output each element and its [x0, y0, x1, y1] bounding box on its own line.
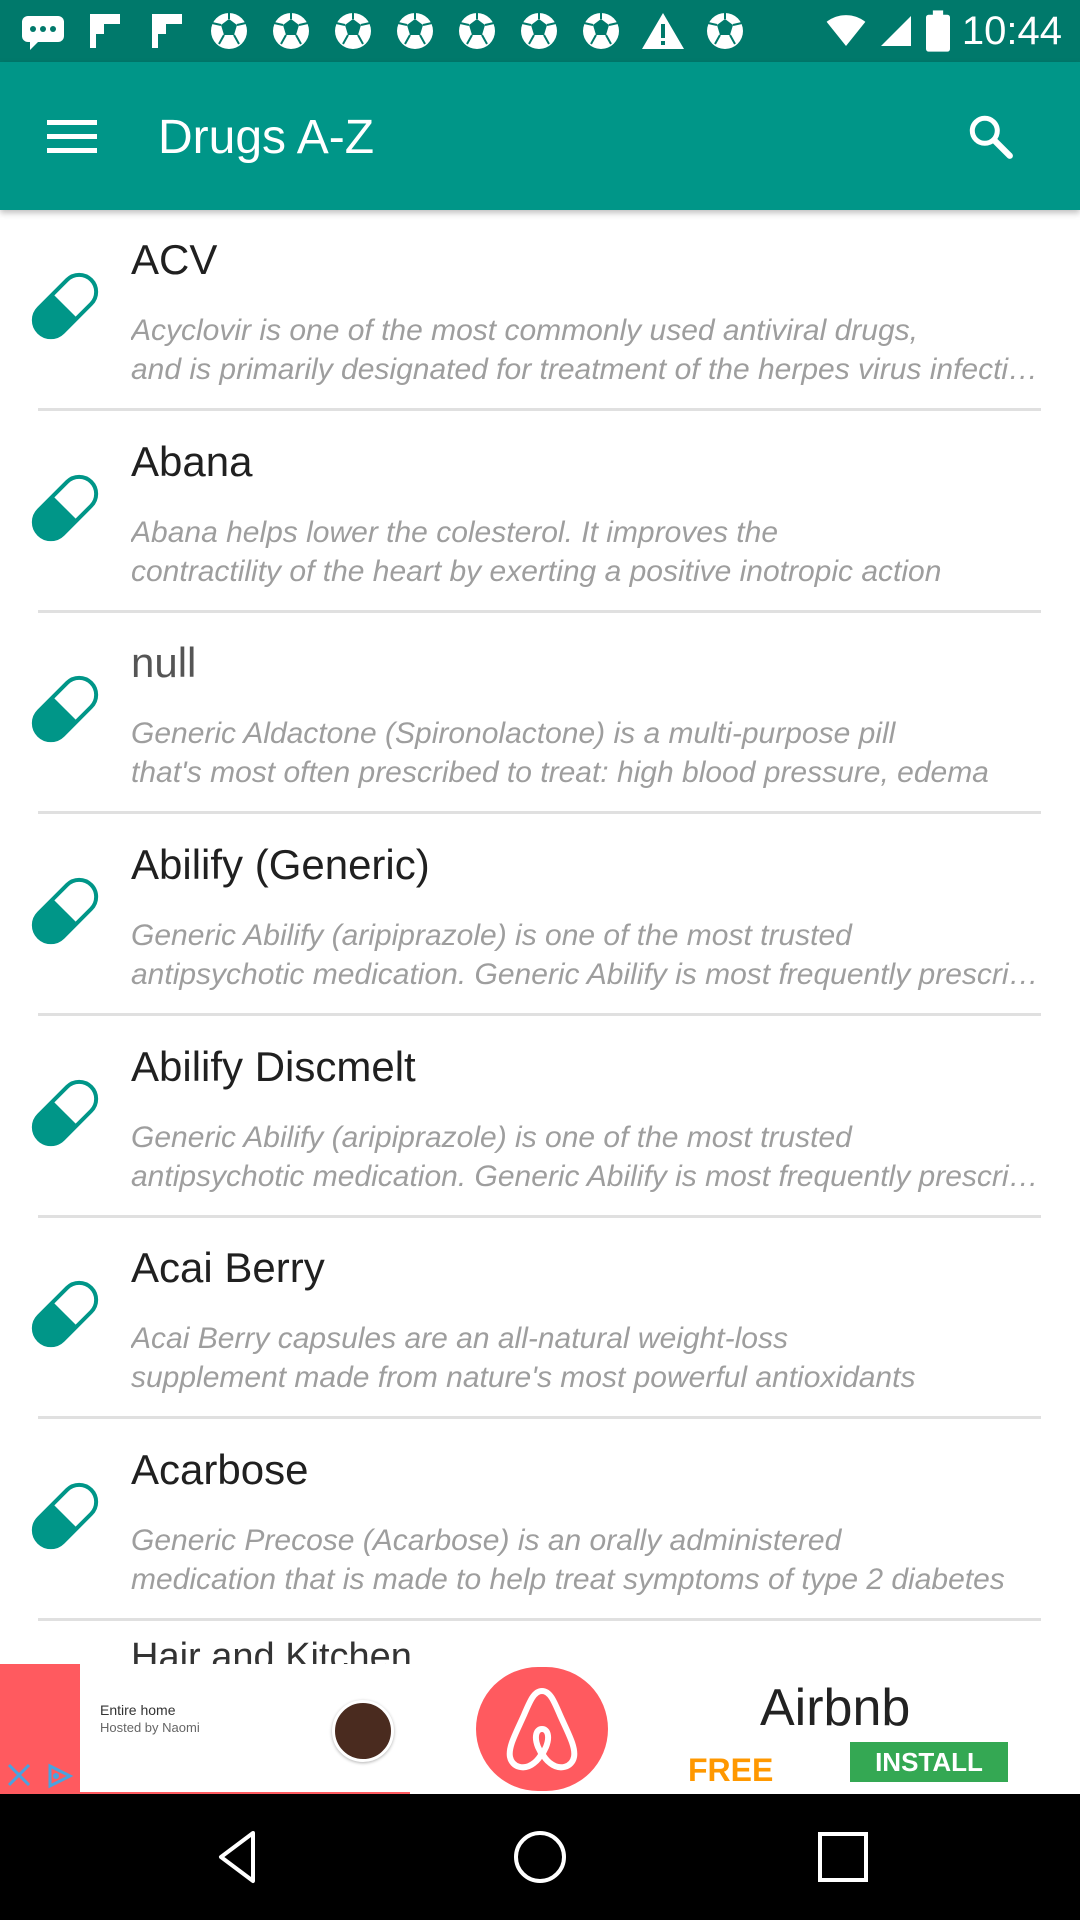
drug-description-line: antipsychotic medication. Generic Abilif… [131, 958, 1041, 991]
soccer-ball-icon [335, 13, 371, 49]
soccer-ball-icon [397, 13, 433, 49]
drug-name: null [131, 639, 197, 686]
ad-card-subtitle: Hosted by Naomi [100, 1720, 200, 1735]
close-icon[interactable] [4, 1760, 34, 1790]
adchoices-icon[interactable] [44, 1762, 76, 1790]
navigation-bar [0, 1794, 1080, 1920]
list-item[interactable]: Abilify Discmelt Generic Abilify (aripipr… [0, 1017, 1080, 1218]
app-bar: Drugs A-Z [0, 62, 1080, 210]
drug-description-line: and is primarily designated for treatmen… [131, 353, 1041, 386]
drug-description-line: Acyclovir is one of the most commonly us… [131, 314, 918, 347]
drug-description-line: Generic Abilify (aripiprazole) is one of… [131, 919, 852, 952]
drug-name: Acarbose [131, 1446, 309, 1493]
drug-description-line: Acai Berry capsules are an all-natural w… [131, 1322, 788, 1355]
pill-icon [24, 1273, 106, 1355]
list-item[interactable]: Acarbose Generic Precose (Acarbose) is an… [0, 1420, 1080, 1621]
warning-icon [642, 13, 684, 49]
soccer-ball-icon [521, 13, 557, 49]
drug-list[interactable]: ACV Acyclovir is one of the most commonly… [0, 210, 1080, 1664]
divider [38, 1618, 1041, 1621]
drug-description-line: Generic Aldactone (Spironolactone) is a … [131, 717, 896, 750]
airbnb-logo-icon [476, 1667, 608, 1791]
drug-description-line: Generic Abilify (aripiprazole) is one of… [131, 1121, 852, 1154]
divider [38, 408, 1041, 411]
drug-name: Acai Berry [131, 1244, 325, 1291]
drug-description-line: Abana helps lower the colesterol. It imp… [131, 516, 779, 549]
flipboard-icon [90, 14, 120, 48]
pill-icon [24, 265, 106, 347]
soccer-ball-icon [211, 13, 247, 49]
divider [38, 811, 1041, 814]
drug-description-line: contractility of the heart by exerting a… [131, 555, 942, 588]
wifi-icon [826, 15, 866, 46]
pill-icon [24, 1072, 106, 1154]
list-item[interactable]: Abilify (Generic) Generic Abilify (aripip… [0, 815, 1080, 1016]
back-icon[interactable] [203, 1823, 271, 1891]
soccer-ball-icon [459, 13, 495, 49]
ad-brand: Airbnb [760, 1679, 911, 1737]
divider [38, 1416, 1041, 1419]
pill-icon [24, 467, 106, 549]
soccer-ball-icon [583, 13, 619, 49]
drug-name: ACV [131, 236, 218, 283]
clock: 10:44 [961, 8, 1062, 53]
drug-description: Generic Abilify (aripiprazole) is one of… [131, 916, 1041, 994]
drug-name: Abilify (Generic) [131, 841, 430, 888]
soccer-ball-icon [273, 13, 309, 49]
home-icon[interactable] [506, 1823, 574, 1891]
flipboard-icon [152, 14, 182, 48]
list-item[interactable]: Acai Berry Acai Berry capsules are an all… [0, 1218, 1080, 1419]
list-item[interactable]: ACV Acyclovir is one of the most commonly… [0, 210, 1080, 411]
drug-description-line: supplement made from nature's most power… [131, 1361, 916, 1394]
pill-icon [24, 870, 106, 952]
page-title: Drugs A-Z [158, 111, 375, 164]
status-bar: 10:44 [0, 0, 1080, 62]
drug-description: Acyclovir is one of the most commonly us… [131, 311, 1041, 389]
list-item[interactable]: null Generic Aldactone (Spironolactone) i… [0, 613, 1080, 814]
battery-icon [925, 10, 950, 52]
notification-icons [20, 10, 748, 52]
ad-banner[interactable]: Entire home Hosted by Naomi Airbnb FREE … [0, 1664, 1080, 1794]
avatar [332, 1700, 394, 1762]
pill-icon [24, 668, 106, 750]
drug-name: Abilify Discmelt [131, 1043, 416, 1090]
divider [38, 1013, 1041, 1016]
system-status: 10:44 [826, 8, 1062, 54]
drug-description-line: medication that is made to help treat sy… [131, 1563, 1005, 1596]
drug-description: Generic Abilify (aripiprazole) is one of… [131, 1118, 1041, 1196]
install-button[interactable]: INSTALL [850, 1742, 1008, 1782]
ad-free-label: FREE [688, 1752, 774, 1788]
search-button[interactable] [952, 104, 1028, 168]
ad-card-title: Entire home [100, 1702, 176, 1718]
drug-name: Abana [131, 438, 253, 485]
chat-bubble-icon [22, 16, 64, 50]
recents-icon[interactable] [809, 1823, 877, 1891]
hamburger-menu-icon [47, 120, 97, 153]
ad-listing-card: Entire home Hosted by Naomi [80, 1664, 410, 1792]
menu-button[interactable] [36, 104, 108, 168]
list-item[interactable]: Abana Abana helps lower the colesterol. I… [0, 412, 1080, 613]
drug-description: Acai Berry capsules are an all-natural w… [131, 1319, 1041, 1397]
drug-description-line: antipsychotic medication. Generic Abilif… [131, 1160, 1041, 1193]
search-icon [969, 115, 1013, 159]
soccer-ball-icon [707, 13, 743, 49]
drug-description-line: that's most often prescribed to treat: h… [131, 756, 989, 789]
drug-description: Generic Aldactone (Spironolactone) is a … [131, 714, 1041, 792]
drug-description: Abana helps lower the colesterol. It imp… [131, 513, 1041, 591]
pill-icon [24, 1475, 106, 1557]
drug-description: Generic Precose (Acarbose) is an orally … [131, 1521, 1041, 1599]
signal-icon [880, 16, 911, 46]
drug-description-line: Generic Precose (Acarbose) is an orally … [131, 1524, 842, 1557]
